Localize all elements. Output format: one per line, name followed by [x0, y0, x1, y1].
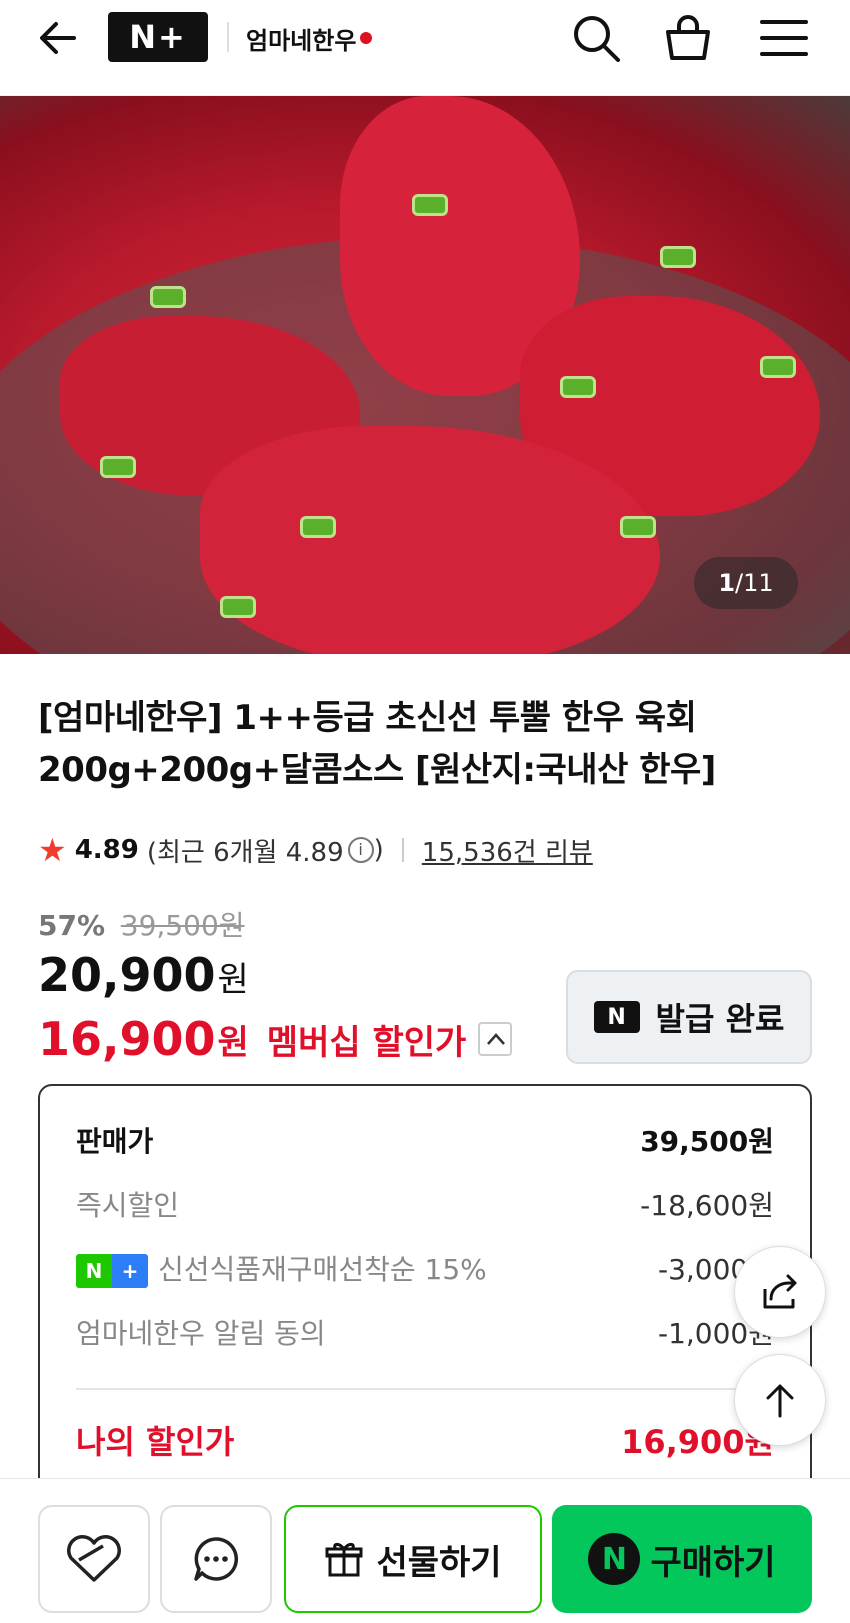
- naver-plus-store-logo[interactable]: N+: [108, 12, 208, 62]
- green-onion-shape: [620, 516, 656, 538]
- gift-icon: [325, 1542, 363, 1577]
- shopping-bag-icon[interactable]: [662, 12, 714, 64]
- buy-label: 구매하기: [650, 1542, 776, 1583]
- naver-plus-badge-icon: N +: [76, 1254, 148, 1288]
- breakdown-row: 판매가 39,500원: [76, 1120, 774, 1160]
- image-counter-total: /11: [735, 569, 774, 597]
- search-icon[interactable]: [570, 12, 622, 64]
- original-price: 39,500원: [120, 909, 245, 942]
- breakdown-label: 판매가: [76, 1125, 154, 1158]
- breakdown-label: 신선식품재구매선착순 15%: [158, 1253, 487, 1286]
- sale-price-currency: 원: [217, 960, 249, 1000]
- rating-recent: (최근 6개월 4.89: [146, 837, 344, 868]
- share-button[interactable]: [734, 1246, 826, 1338]
- naver-pay-icon: N: [588, 1533, 641, 1585]
- image-counter-current: 1: [718, 569, 736, 597]
- breakdown-amount: 39,500원: [640, 1125, 774, 1158]
- discount-rate: 57%: [38, 909, 106, 942]
- brand-stamp-icon: [360, 32, 373, 44]
- gift-label: 선물하기: [376, 1542, 502, 1583]
- green-onion-shape: [220, 596, 256, 618]
- coupon-issued-button[interactable]: N 발급 완료: [566, 970, 812, 1064]
- breakdown-row: 즉시할인 -18,600원: [76, 1184, 774, 1224]
- back-arrow-icon[interactable]: [34, 14, 82, 62]
- breakdown-divider: [76, 1388, 774, 1390]
- breakdown-label: 엄마네한우 알림 동의: [76, 1317, 326, 1350]
- header-divider: [227, 22, 229, 52]
- member-price-label: 멤버십 할인가: [266, 1022, 467, 1063]
- share-icon: [763, 1274, 797, 1309]
- talk-button[interactable]: [160, 1505, 272, 1613]
- buy-button[interactable]: N 구매하기: [552, 1505, 812, 1613]
- rating-divider: [401, 838, 404, 862]
- chat-bubble-icon: [194, 1537, 239, 1581]
- discount-info: 57% 39,500원: [38, 904, 245, 944]
- price-breakdown-box: 판매가 39,500원 즉시할인 -18,600원 N + 신선식품재구매선착순 1…: [38, 1084, 812, 1504]
- image-counter: 1/11: [694, 557, 798, 609]
- gift-button[interactable]: 선물하기: [284, 1505, 542, 1613]
- naver-n-icon: N: [593, 1001, 640, 1033]
- breakdown-row: N + 신선식품재구매선착순 15% -3,000원: [76, 1248, 774, 1288]
- membership-price: 16,900 원 멤버십 할인가: [38, 1012, 513, 1066]
- member-price-currency: 원: [217, 1022, 249, 1063]
- product-title: [엄마네한우] 1++등급 초신선 투뿔 한우 육회 200g+200g+달콤소…: [38, 692, 808, 796]
- bottom-action-bar: 선물하기 N 구매하기: [0, 1478, 850, 1623]
- green-onion-shape: [560, 376, 596, 398]
- green-onion-shape: [100, 456, 136, 478]
- green-onion-shape: [412, 194, 448, 216]
- green-onion-shape: [150, 286, 186, 308]
- heart-icon: [67, 1535, 121, 1582]
- rating-row: ★ 4.89 (최근 6개월 4.89 i ) 15,536건 리뷰: [38, 830, 593, 870]
- final-price-row: 나의 할인가 16,900원: [76, 1420, 774, 1461]
- arrow-up-icon: [766, 1384, 794, 1418]
- brand-logo[interactable]: 엄마네한우: [246, 14, 373, 62]
- breakdown-amount: -18,600원: [640, 1189, 774, 1222]
- coupon-issued-label: 발급 완료: [655, 1000, 785, 1038]
- sale-price: 20,900원: [38, 948, 249, 1002]
- member-price-value: 16,900: [38, 1012, 216, 1066]
- green-onion-shape: [760, 356, 796, 378]
- breakdown-label: 즉시할인: [76, 1189, 180, 1222]
- brand-name: 엄마네한우: [246, 25, 357, 55]
- green-onion-shape: [300, 516, 336, 538]
- review-count-link[interactable]: 15,536건 리뷰: [422, 832, 593, 869]
- final-price-label: 나의 할인가: [76, 1423, 235, 1461]
- product-title-line2: 200g+200g+달콤소스 [원산지:국내산 한우]: [38, 750, 716, 790]
- hamburger-menu-icon[interactable]: [758, 12, 810, 64]
- product-image-carousel[interactable]: 1/11: [0, 96, 850, 654]
- top-header: N+ 엄마네한우: [0, 0, 850, 96]
- chevron-up-icon[interactable]: [478, 1022, 513, 1056]
- sale-price-value: 20,900: [38, 948, 216, 1002]
- rating-score: 4.89: [74, 835, 139, 865]
- wishlist-button[interactable]: [38, 1505, 150, 1613]
- product-title-line1: [엄마네한우] 1++등급 초신선 투뿔 한우 육회: [38, 698, 697, 738]
- rating-close-paren: ): [373, 835, 384, 865]
- green-onion-shape: [660, 246, 696, 268]
- scroll-to-top-button[interactable]: [734, 1354, 826, 1446]
- breakdown-row: 엄마네한우 알림 동의 -1,000원: [76, 1312, 774, 1352]
- info-icon[interactable]: i: [347, 837, 374, 863]
- star-icon: ★: [38, 831, 67, 869]
